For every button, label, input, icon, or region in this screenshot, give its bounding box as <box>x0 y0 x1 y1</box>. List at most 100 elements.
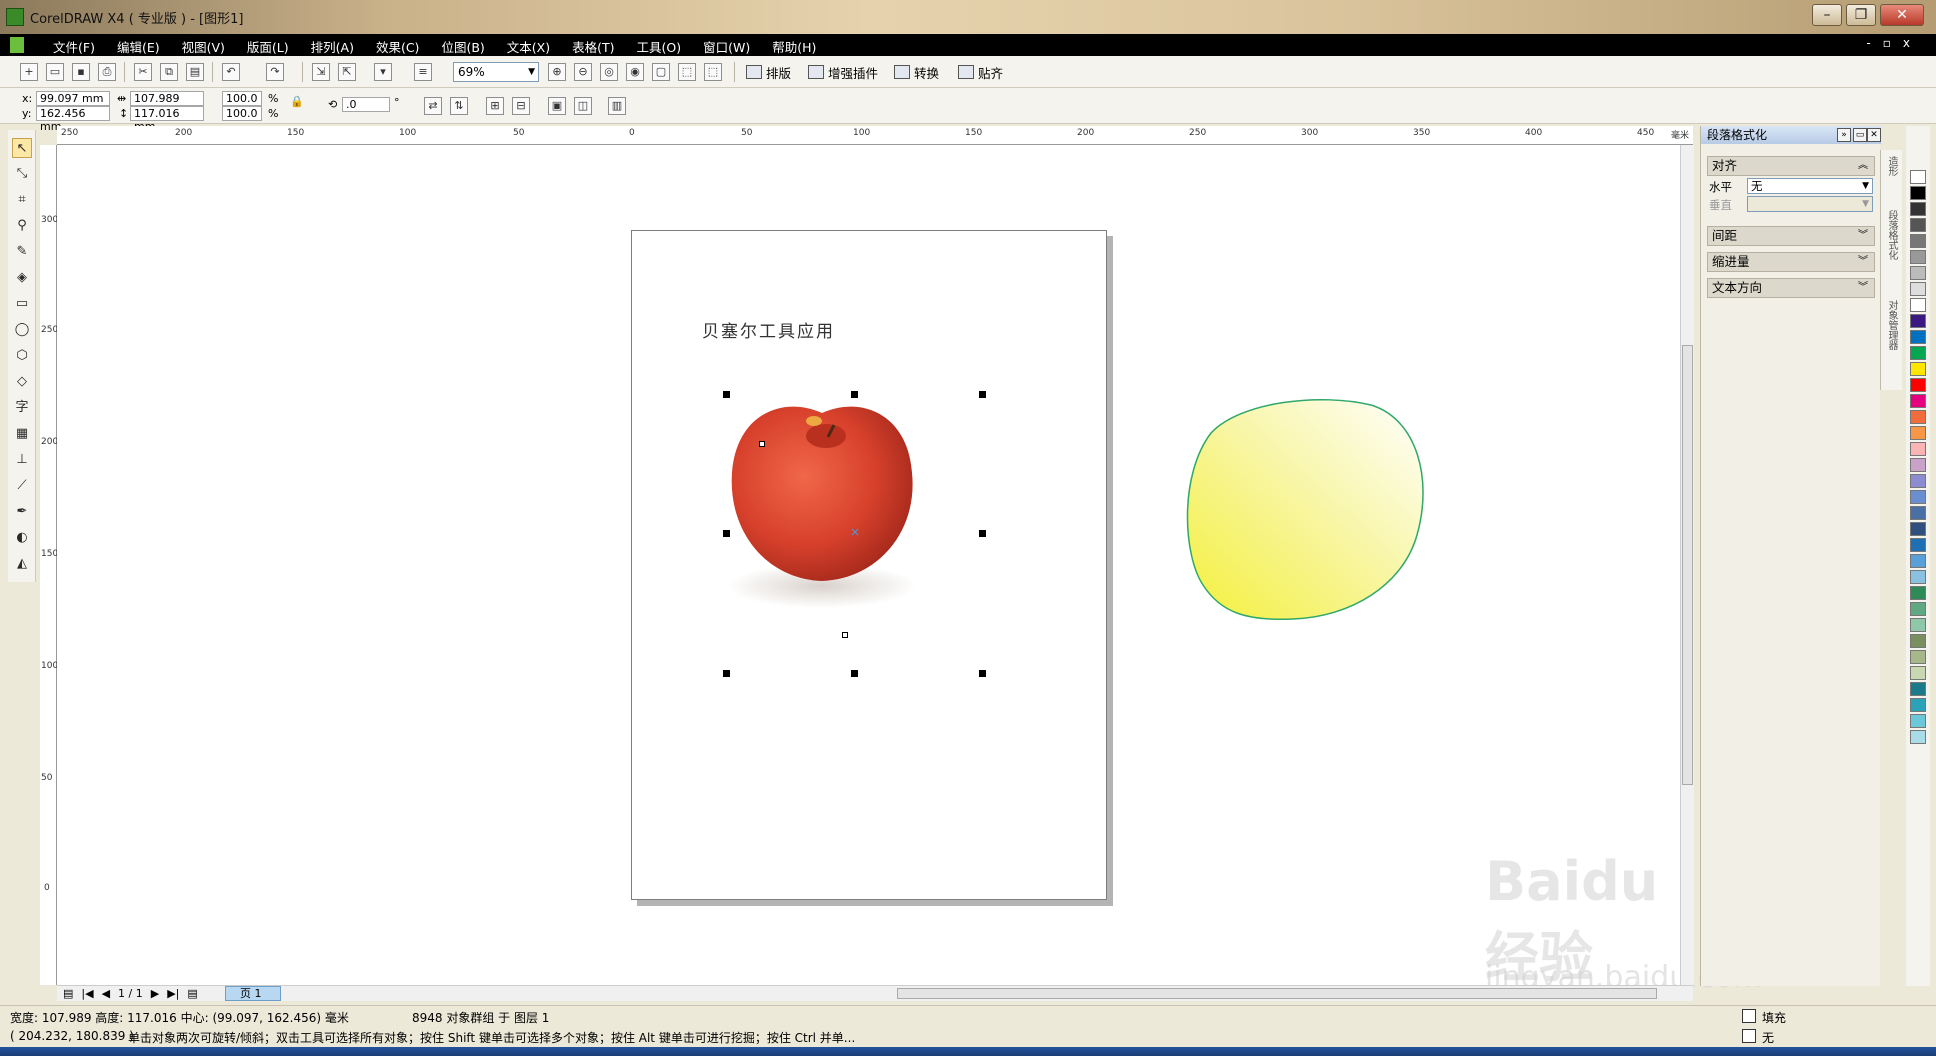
color-swatch[interactable] <box>1910 298 1926 312</box>
fill-tool-icon[interactable]: ◐ <box>12 528 32 548</box>
color-swatch[interactable] <box>1910 506 1926 520</box>
color-swatch[interactable] <box>1910 474 1926 488</box>
node-handle[interactable] <box>759 441 765 447</box>
color-swatch[interactable] <box>1910 410 1926 424</box>
save-icon[interactable]: ▪ <box>72 63 90 81</box>
prev-page-icon[interactable]: ◀ <box>102 987 110 1000</box>
menu-help[interactable]: 帮助(H) <box>761 37 827 56</box>
layout-button[interactable]: 排版 <box>746 63 791 81</box>
menu-arrange[interactable]: 排列(A) <box>300 37 365 56</box>
zoom-page-icon[interactable]: ▢ <box>652 63 670 81</box>
color-swatch[interactable] <box>1910 186 1926 200</box>
interactive-fill-tool-icon[interactable]: ◭ <box>12 554 32 574</box>
color-swatch[interactable] <box>1910 250 1926 264</box>
menu-text[interactable]: 文本(X) <box>496 37 561 56</box>
scale-x-field[interactable]: 100.0 <box>222 91 262 106</box>
dimension-tool-icon[interactable]: ⊥ <box>12 450 32 470</box>
zoom-level-select[interactable]: 69% ▼ <box>453 62 539 82</box>
docker-tab-object-manager[interactable]: 对象管理器 <box>1884 300 1899 350</box>
docker-expand-icon[interactable]: » <box>1837 128 1851 142</box>
docker-tab-shaping[interactable]: 造形 <box>1884 156 1899 176</box>
ellipse-tool-icon[interactable]: ◯ <box>12 320 32 340</box>
cut-icon[interactable]: ✂ <box>134 63 152 81</box>
add-page-end-icon[interactable]: ▤ <box>187 987 197 1000</box>
export-icon[interactable]: ⇱ <box>338 63 356 81</box>
color-swatch[interactable] <box>1910 730 1926 744</box>
spacing-section-header[interactable]: 间距 ︾ <box>1707 226 1875 246</box>
color-swatch[interactable] <box>1910 618 1926 632</box>
menu-tools[interactable]: 工具(O) <box>626 37 693 56</box>
color-swatch[interactable] <box>1910 426 1926 440</box>
horizontal-scroll-thumb[interactable] <box>897 988 1657 999</box>
color-swatch[interactable] <box>1910 522 1926 536</box>
direction-section-header[interactable]: 文本方向 ︾ <box>1707 278 1875 298</box>
last-page-icon[interactable]: ▶| <box>167 987 179 1000</box>
page-tab[interactable]: 页 1 <box>225 986 281 1001</box>
docker-minimize-icon[interactable]: ▭ <box>1853 128 1867 142</box>
color-swatch[interactable] <box>1910 602 1926 616</box>
drawing-canvas[interactable]: 贝塞尔工具应用 × Baidu经验 jingyan.baidu.com <box>57 145 1762 995</box>
lock-ratio-icon[interactable]: 🔒 <box>290 95 304 108</box>
plugins-button[interactable]: 增强插件 <box>808 63 878 81</box>
color-swatch[interactable] <box>1910 282 1926 296</box>
document-icon[interactable] <box>10 37 24 53</box>
vertical-scroll-thumb[interactable] <box>1682 345 1693 785</box>
node-handle[interactable] <box>842 632 848 638</box>
zoom-all-icon[interactable]: ◉ <box>626 63 644 81</box>
zoom-width-icon[interactable]: ⬚ <box>678 63 696 81</box>
fill-color-indicator[interactable] <box>1742 1009 1756 1023</box>
y-position-field[interactable]: 162.456 mm <box>36 106 110 133</box>
zoom-selected-icon[interactable]: ◎ <box>600 63 618 81</box>
restore-button[interactable]: ❐ <box>1846 4 1876 26</box>
x-position-field[interactable]: 99.097 mm <box>36 91 110 106</box>
first-page-icon[interactable]: |◀ <box>81 987 93 1000</box>
next-page-icon[interactable]: ▶ <box>151 987 159 1000</box>
polygon-tool-icon[interactable]: ⬡ <box>12 346 32 366</box>
color-swatch[interactable] <box>1910 362 1926 376</box>
align-distribute-icon[interactable]: ▥ <box>608 97 626 115</box>
selection-handle-tl[interactable] <box>723 391 730 398</box>
color-swatch[interactable] <box>1910 666 1926 680</box>
smart-fill-tool-icon[interactable]: ◈ <box>12 268 32 288</box>
text-tool-icon[interactable]: 字 <box>12 398 32 418</box>
selection-handle-br[interactable] <box>979 670 986 677</box>
bezier-shape[interactable] <box>1181 395 1429 633</box>
color-swatch[interactable] <box>1910 586 1926 600</box>
docker-close-icon[interactable]: ✕ <box>1867 128 1881 142</box>
color-swatch[interactable] <box>1910 682 1926 696</box>
add-page-icon[interactable]: ▤ <box>63 987 73 1000</box>
group-icon[interactable]: ⊞ <box>486 97 504 115</box>
crop-tool-icon[interactable]: ⌗ <box>12 190 32 210</box>
mirror-horizontal-icon[interactable]: ⇄ <box>424 97 442 115</box>
menu-layout[interactable]: 版面(L) <box>236 37 300 56</box>
selection-handle-ml[interactable] <box>723 530 730 537</box>
page-heading-text[interactable]: 贝塞尔工具应用 <box>702 317 835 342</box>
eyedropper-tool-icon[interactable]: ⟋ <box>12 476 32 496</box>
color-swatch[interactable] <box>1910 650 1926 664</box>
menu-view[interactable]: 视图(V) <box>171 37 236 56</box>
color-swatch[interactable] <box>1910 330 1926 344</box>
close-button[interactable]: ✕ <box>1880 4 1924 26</box>
color-swatch[interactable] <box>1910 266 1926 280</box>
copy-icon[interactable]: ⧉ <box>160 63 178 81</box>
color-swatch[interactable] <box>1910 442 1926 456</box>
snap-button[interactable]: 贴齐 <box>958 63 1003 81</box>
zoom-tool-icon[interactable]: ⚲ <box>12 216 32 236</box>
color-swatch[interactable] <box>1910 490 1926 504</box>
new-icon[interactable]: + <box>20 63 38 81</box>
minimize-button[interactable]: – <box>1812 4 1842 26</box>
vertical-ruler[interactable]: 300 250 200 150 100 50 0 <box>40 145 58 985</box>
color-swatch[interactable] <box>1910 554 1926 568</box>
undo-icon[interactable]: ↶ <box>222 63 240 81</box>
color-swatch[interactable] <box>1910 346 1926 360</box>
width-field[interactable]: 107.989 mm <box>130 91 204 118</box>
horizontal-ruler[interactable]: 250 200 150 100 50 0 50 100 150 200 250 … <box>57 126 1693 145</box>
selection-handle-bc[interactable] <box>851 670 858 677</box>
vertical-scrollbar[interactable] <box>1680 145 1694 985</box>
shape-tool-icon[interactable]: ⤡ <box>12 164 32 184</box>
mirror-vertical-icon[interactable]: ⇅ <box>450 97 468 115</box>
color-swatch[interactable] <box>1910 698 1926 712</box>
document-page[interactable]: 贝塞尔工具应用 × <box>631 230 1107 900</box>
menu-effects[interactable]: 效果(C) <box>365 37 430 56</box>
apple-image[interactable] <box>722 381 922 611</box>
